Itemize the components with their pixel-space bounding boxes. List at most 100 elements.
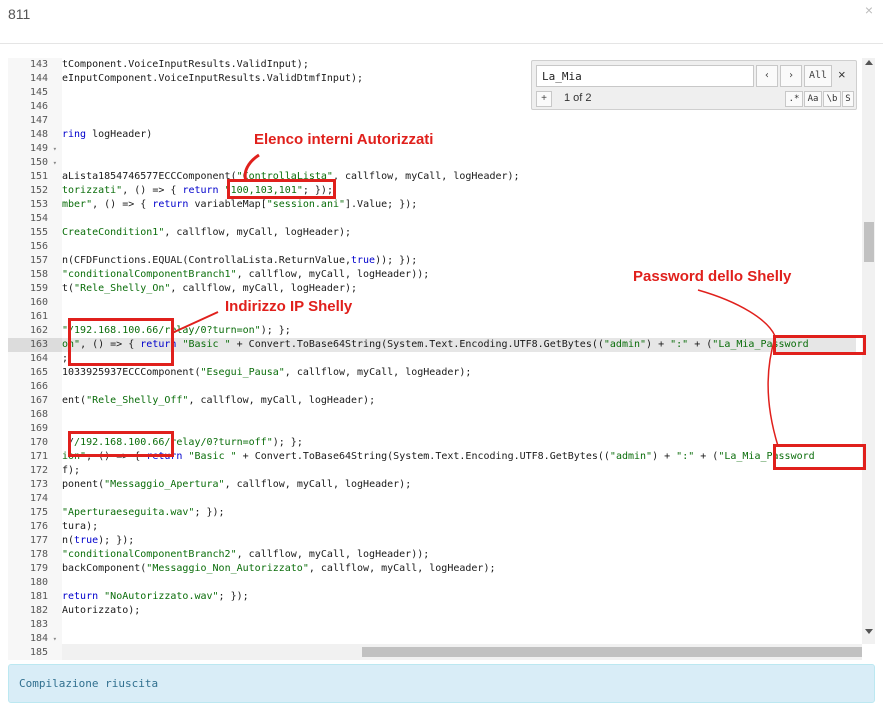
fold-arrow-icon[interactable]: ▾ — [53, 156, 57, 170]
line-number-text: 146 — [29, 101, 48, 112]
code-line[interactable]: n(CFDFunctions.EQUAL(ControllaLista.Retu… — [62, 254, 417, 268]
search-input[interactable] — [536, 65, 754, 87]
modal-title: 811 — [8, 6, 31, 22]
code-line[interactable]: eInputComponent.VoiceInputResults.ValidD… — [62, 72, 363, 86]
search-panel: ‹ › All × + 1 of 2 .* Aa \b S — [531, 60, 857, 110]
line-number: 150 ▾ — [8, 156, 62, 170]
line-number-text: 169 — [29, 423, 48, 434]
search-close-icon[interactable]: × — [838, 67, 846, 82]
code-line[interactable]: ring logHeader) — [62, 128, 152, 142]
code-line[interactable]: ponent("Messaggio_Apertura", callflow, m… — [62, 478, 411, 492]
vertical-scroll-thumb[interactable] — [864, 222, 874, 262]
line-number-text: 154 — [29, 213, 48, 224]
replace-toggle-button[interactable]: + — [536, 91, 552, 107]
scroll-up-icon[interactable] — [865, 60, 873, 65]
line-number-text: 143 — [29, 59, 48, 70]
code-token: return — [152, 199, 189, 210]
code-token: variableMap[ — [188, 199, 267, 210]
line-number: 171 — [8, 450, 62, 464]
close-icon[interactable]: × — [865, 2, 873, 18]
line-number: 152 — [8, 184, 62, 198]
line-number-text: 185 — [29, 647, 48, 658]
line-number-text: 153 — [29, 199, 48, 210]
case-sensitive-toggle[interactable]: Aa — [804, 91, 822, 107]
line-number: 151 — [8, 170, 62, 184]
code-line[interactable]: "Aperturaeseguita.wav"; }); — [62, 506, 225, 520]
line-number-text: 183 — [29, 619, 48, 630]
code-line[interactable]: "conditionalComponentBranch2", callflow,… — [62, 548, 429, 562]
line-number: 168 — [8, 408, 62, 422]
code-token: , () => { — [92, 199, 153, 210]
whole-word-toggle[interactable]: \b — [823, 91, 841, 107]
code-line[interactable]: n(true); }); — [62, 534, 134, 548]
line-number: 173 — [8, 478, 62, 492]
line-number-text: 172 — [29, 465, 48, 476]
code-token: + Convert.ToBase64String(System.Text.Enc… — [236, 451, 610, 462]
code-token: ring — [62, 129, 87, 140]
code-token: mber" — [62, 199, 93, 210]
line-number: 144 — [8, 72, 62, 86]
horizontal-scrollbar[interactable] — [62, 644, 862, 660]
line-number-text: 166 — [29, 381, 48, 392]
find-next-button[interactable]: › — [780, 65, 802, 87]
regex-toggle[interactable]: .* — [785, 91, 803, 107]
code-token: ":" — [670, 339, 689, 350]
code-token: backComponent( — [62, 563, 147, 574]
code-token: "NoAutorizzato.wav" — [104, 591, 219, 602]
code-token: ent( — [62, 395, 87, 406]
line-number: 166 — [8, 380, 62, 394]
highlight-box-password-1 — [773, 335, 866, 355]
code-line[interactable]: ent("Rele_Shelly_Off", callflow, myCall,… — [62, 394, 375, 408]
fold-arrow-icon[interactable]: ▾ — [53, 632, 57, 646]
line-number-text: 167 — [29, 395, 48, 406]
code-token: ); }); — [98, 535, 135, 546]
code-line[interactable]: ion", () => { return "Basic " + Convert.… — [62, 450, 815, 464]
code-token: "Rele_Shelly_Off" — [86, 395, 189, 406]
code-token: "Aperturaeseguita.wav" — [62, 507, 195, 518]
code-token: true — [74, 535, 99, 546]
line-number: 145 — [8, 86, 62, 100]
search-in-selection-toggle[interactable]: S — [842, 91, 854, 107]
line-number-text: 152 — [29, 185, 48, 196]
code-token: "Rele_Shelly_On" — [74, 283, 171, 294]
line-number-text: 157 — [29, 255, 48, 266]
line-number-text: 170 — [29, 437, 48, 448]
line-number-text: 178 — [29, 549, 48, 560]
code-token: )); }); — [375, 255, 418, 266]
code-line[interactable]: "conditionalComponentBranch1", callflow,… — [62, 268, 429, 282]
code-content[interactable]: tComponent.VoiceInputResults.ValidInput)… — [62, 58, 856, 644]
line-number: 169 — [8, 422, 62, 436]
line-number-text: 180 — [29, 577, 48, 588]
scroll-down-icon[interactable] — [865, 629, 873, 634]
code-line[interactable]: t("Rele_Shelly_On", callflow, myCall, lo… — [62, 282, 357, 296]
find-previous-button[interactable]: ‹ — [756, 65, 778, 87]
code-line[interactable]: mber", () => { return variableMap["sessi… — [62, 198, 417, 212]
code-token: ":" — [676, 451, 695, 462]
search-match-count: 1 of 2 — [564, 92, 592, 104]
line-number: 161 — [8, 310, 62, 324]
code-token: ponent( — [62, 479, 105, 490]
code-line[interactable]: tComponent.VoiceInputResults.ValidInput)… — [62, 58, 309, 72]
code-line[interactable]: f); — [62, 464, 80, 478]
line-number-text: 145 — [29, 87, 48, 98]
code-line[interactable]: 1033925937ECCComponent("Esegui_Pausa", c… — [62, 366, 471, 380]
line-number-text: 161 — [29, 311, 48, 322]
code-line[interactable]: tura); — [62, 520, 98, 534]
line-number: 179 — [8, 562, 62, 576]
line-number: 184 ▾ — [8, 632, 62, 646]
fold-arrow-icon[interactable]: ▾ — [53, 142, 57, 156]
line-number: 155 — [8, 226, 62, 240]
code-line[interactable]: Autorizzato); — [62, 604, 140, 618]
line-number-text: 159 — [29, 283, 48, 294]
code-token: + ( — [694, 451, 719, 462]
find-all-button[interactable]: All — [804, 65, 832, 87]
code-line[interactable]: return "NoAutorizzato.wav"; }); — [62, 590, 249, 604]
code-line[interactable]: backComponent("Messaggio_Non_Autorizzato… — [62, 562, 496, 576]
line-number: 158 — [8, 268, 62, 282]
annotation-shelly-ip: Indirizzo IP Shelly — [225, 298, 353, 315]
code-line[interactable]: CreateCondition1", callflow, myCall, log… — [62, 226, 351, 240]
code-token: eInputComponent.VoiceInputResults.ValidD… — [62, 73, 364, 84]
horizontal-scroll-thumb[interactable] — [362, 647, 862, 657]
line-number: 172 — [8, 464, 62, 478]
line-number: 153 — [8, 198, 62, 212]
